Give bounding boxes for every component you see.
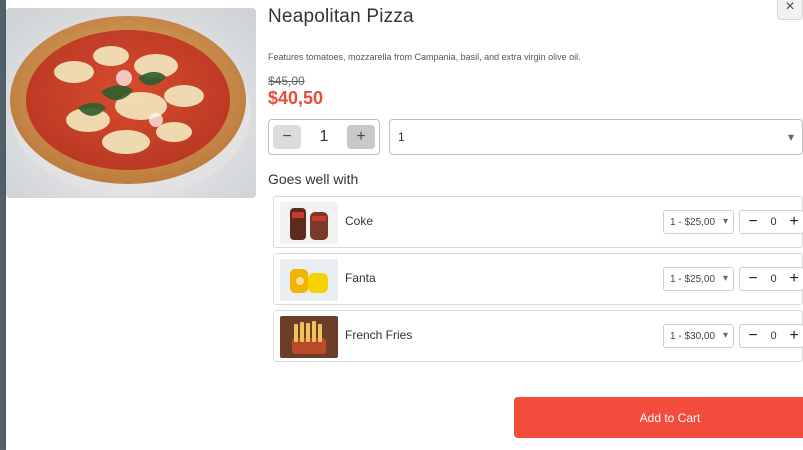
product-image [6,8,256,198]
addon-thumbnail-fanta [280,259,338,301]
add-to-cart-label: Add to Cart [639,410,701,425]
product-title: Neapolitan Pizza [268,6,414,27]
minus-icon: − [282,128,292,145]
addon-row-french-fries: French Fries 1 - $30,00 ▾ − 0 + [273,310,803,362]
decrease-quantity-button[interactable]: − [273,125,301,149]
addon-quantity-value: 0 [770,330,777,342]
add-to-cart-button[interactable]: Add to Cart [514,397,803,438]
chevron-down-icon: ▾ [722,330,728,341]
coke-illustration [280,202,338,244]
fries-illustration [280,316,338,358]
addon-name: French Fries [345,328,413,342]
plus-icon[interactable]: + [787,328,801,344]
chevron-down-icon: ▾ [787,130,794,144]
price: $40,50 [268,88,324,108]
plus-icon[interactable]: + [787,214,801,230]
minus-icon[interactable]: − [746,271,760,287]
increase-quantity-button[interactable]: + [347,125,375,149]
product-option-select[interactable]: 1 ▾ [389,119,803,155]
addon-quantity-stepper[interactable]: − 0 + [739,210,803,234]
addon-option-value: 1 - $25,00 [670,216,716,228]
addon-quantity-value: 0 [770,216,777,228]
main-quantity-stepper[interactable]: − 1 + [268,119,380,155]
addon-thumbnail-french-fries [280,316,338,358]
addon-option-select[interactable]: 1 - $25,00 ▾ [663,210,734,234]
product-description: Features tomatoes, mozzarella from Campa… [268,52,581,62]
addon-thumbnail-coke [280,202,338,244]
addon-option-value: 1 - $25,00 [670,273,716,285]
minus-icon[interactable]: − [746,214,760,230]
fanta-illustration [280,259,338,301]
old-price: $45,00 [268,74,305,88]
addon-option-select[interactable]: 1 - $25,00 ▾ [663,267,734,291]
plus-icon: + [356,128,366,145]
addon-quantity-stepper[interactable]: − 0 + [739,267,803,291]
minus-icon[interactable]: − [746,328,760,344]
addon-row-coke: Coke 1 - $25,00 ▾ − 0 + [273,196,803,248]
product-option-value: 1 [398,130,405,144]
addon-option-value: 1 - $30,00 [670,330,716,342]
addon-quantity-stepper[interactable]: − 0 + [739,324,803,348]
addon-quantity-value: 0 [770,273,777,285]
chevron-down-icon: ▾ [722,273,728,284]
quantity-value: 1 [319,128,329,145]
addon-option-select[interactable]: 1 - $30,00 ▾ [663,324,734,348]
addon-name: Fanta [345,271,376,285]
plus-icon[interactable]: + [787,271,801,287]
product-details: Neapolitan Pizza Features tomatoes, mozz… [268,0,803,450]
goes-well-with-title: Goes well with [268,171,359,187]
addon-row-fanta: Fanta 1 - $25,00 ▾ − 0 + [273,253,803,305]
product-modal: × Neapolitan Pizza Features tomatoes, mo… [6,0,803,450]
pizza-illustration [6,8,256,198]
addon-name: Coke [345,214,374,228]
chevron-down-icon: ▾ [722,216,728,227]
